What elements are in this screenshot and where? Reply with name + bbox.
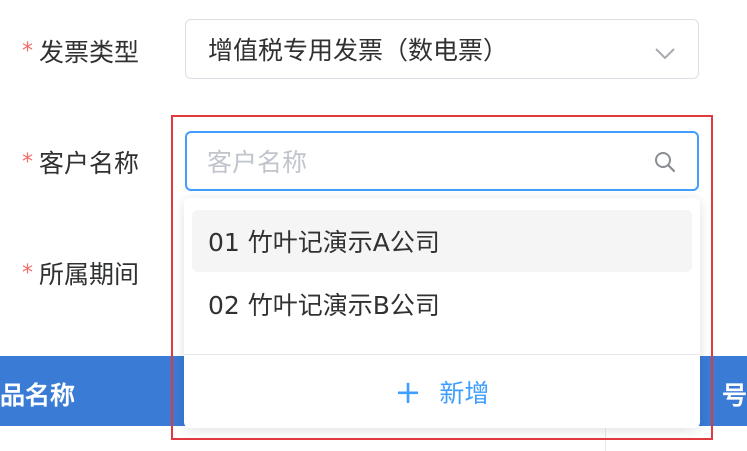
customer-name-label-text: 客户名称 xyxy=(39,149,140,178)
customer-name-input[interactable] xyxy=(187,133,629,191)
required-mark: * xyxy=(22,149,33,175)
period-label: * 所属期间 xyxy=(22,253,139,293)
table-row xyxy=(0,426,747,451)
add-customer-label: 新增 xyxy=(439,378,490,408)
invoice-type-value: 增值税专用发票（数电票） xyxy=(208,36,509,65)
chevron-down-icon xyxy=(654,40,676,69)
search-icon[interactable] xyxy=(653,150,677,178)
customer-name-label: * 客户名称 xyxy=(22,142,139,182)
plus-icon: + xyxy=(394,372,422,411)
invoice-type-select[interactable]: 增值税专用发票（数电票） xyxy=(185,19,699,79)
required-mark: * xyxy=(22,38,33,64)
customer-dropdown: 01 竹叶记演示A公司 02 竹叶记演示B公司 + 新增 xyxy=(184,198,700,428)
period-label-text: 所属期间 xyxy=(39,260,140,289)
add-customer-button[interactable]: + 新增 xyxy=(184,355,700,428)
column-divider xyxy=(605,426,606,451)
column-header-number: 号 xyxy=(721,381,747,410)
invoice-type-label: * 发票类型 xyxy=(22,31,139,71)
dropdown-option[interactable]: 02 竹叶记演示B公司 xyxy=(192,273,692,335)
invoice-type-label-text: 发票类型 xyxy=(39,38,140,67)
column-header-product-name: 品名称 xyxy=(0,381,76,410)
required-mark: * xyxy=(22,260,33,286)
dropdown-option[interactable]: 01 竹叶记演示A公司 xyxy=(192,210,692,272)
customer-name-search[interactable] xyxy=(185,131,699,191)
